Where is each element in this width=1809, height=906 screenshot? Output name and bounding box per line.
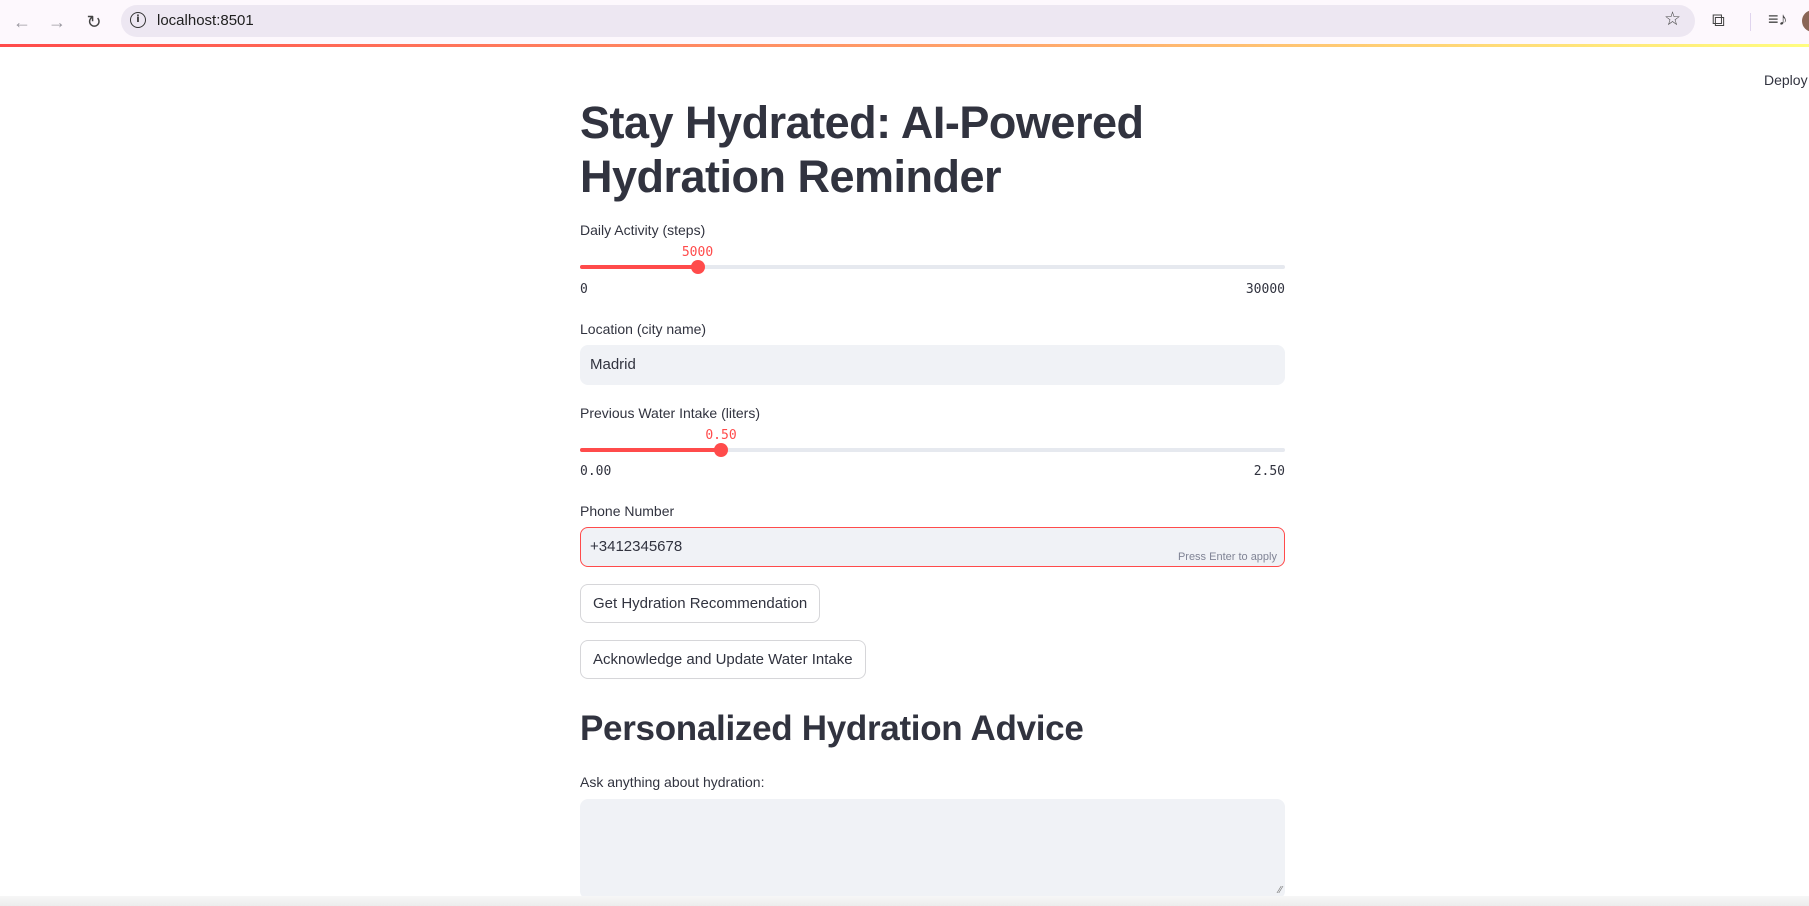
profile-avatar[interactable] — [1802, 10, 1809, 32]
phone-input[interactable]: +3412345678 Press Enter to apply — [580, 527, 1285, 567]
app-top-decoration — [0, 44, 1809, 47]
activity-min: 0 — [580, 282, 588, 297]
activity-label: Daily Activity (steps) — [580, 222, 706, 238]
location-label: Location (city name) — [580, 321, 707, 337]
activity-slider-value: 5000 — [681, 245, 714, 260]
bookmark-star-icon[interactable]: ☆ — [1664, 8, 1681, 31]
press-enter-hint: Press Enter to apply — [1177, 551, 1277, 563]
water-min: 0.00 — [580, 464, 612, 479]
location-value[interactable]: Madrid — [590, 356, 636, 373]
activity-max: 30000 — [1245, 282, 1285, 297]
acknowledge-update-button[interactable]: Acknowledge and Update Water Intake — [580, 640, 866, 679]
extensions-icon[interactable]: ⧉ — [1712, 10, 1725, 31]
phone-value[interactable]: +3412345678 — [590, 538, 682, 555]
back-icon[interactable]: ← — [10, 10, 34, 34]
advice-heading: Personalized Hydration Advice — [580, 709, 1084, 748]
get-recommendation-button[interactable]: Get Hydration Recommendation — [580, 584, 821, 623]
window-bottom-edge — [0, 896, 1809, 906]
activity-slider-thumb[interactable] — [690, 260, 705, 274]
url-text[interactable]: localhost:8501 — [157, 12, 254, 29]
water-max: 2.50 — [1253, 464, 1285, 479]
forward-icon[interactable]: → — [45, 10, 69, 34]
advice-question-label: Ask anything about hydration: — [580, 774, 765, 790]
media-control-icon[interactable]: ≡♪ — [1768, 9, 1788, 30]
water-slider-fill — [580, 448, 721, 452]
browser-toolbar: ← → ↻ i localhost:8501 ☆ ⧉ ≡♪ — [0, 0, 1809, 44]
page-title: Stay Hydrated: AI-Powered Hydration Remi… — [580, 97, 1144, 202]
reload-icon[interactable]: ↻ — [82, 10, 106, 34]
phone-label: Phone Number — [580, 503, 675, 519]
water-intake-slider[interactable]: 0.50 — [580, 428, 1285, 457]
toolbar-divider — [1750, 13, 1751, 31]
water-intake-label: Previous Water Intake (liters) — [580, 405, 760, 421]
address-bar[interactable]: i localhost:8501 ☆ — [121, 5, 1695, 37]
activity-slider-fill — [580, 265, 698, 269]
water-slider-value: 0.50 — [705, 428, 737, 443]
location-input[interactable]: Madrid — [580, 345, 1285, 385]
water-slider-thumb[interactable] — [714, 443, 728, 457]
deploy-button[interactable]: Deploy — [1764, 72, 1808, 88]
advice-question-textarea[interactable]: ⁄⁄ — [580, 799, 1285, 899]
site-info-icon[interactable]: i — [130, 12, 146, 28]
activity-slider[interactable]: 5000 — [580, 245, 1285, 274]
resize-handle-icon[interactable]: ⁄⁄ — [1279, 885, 1282, 896]
